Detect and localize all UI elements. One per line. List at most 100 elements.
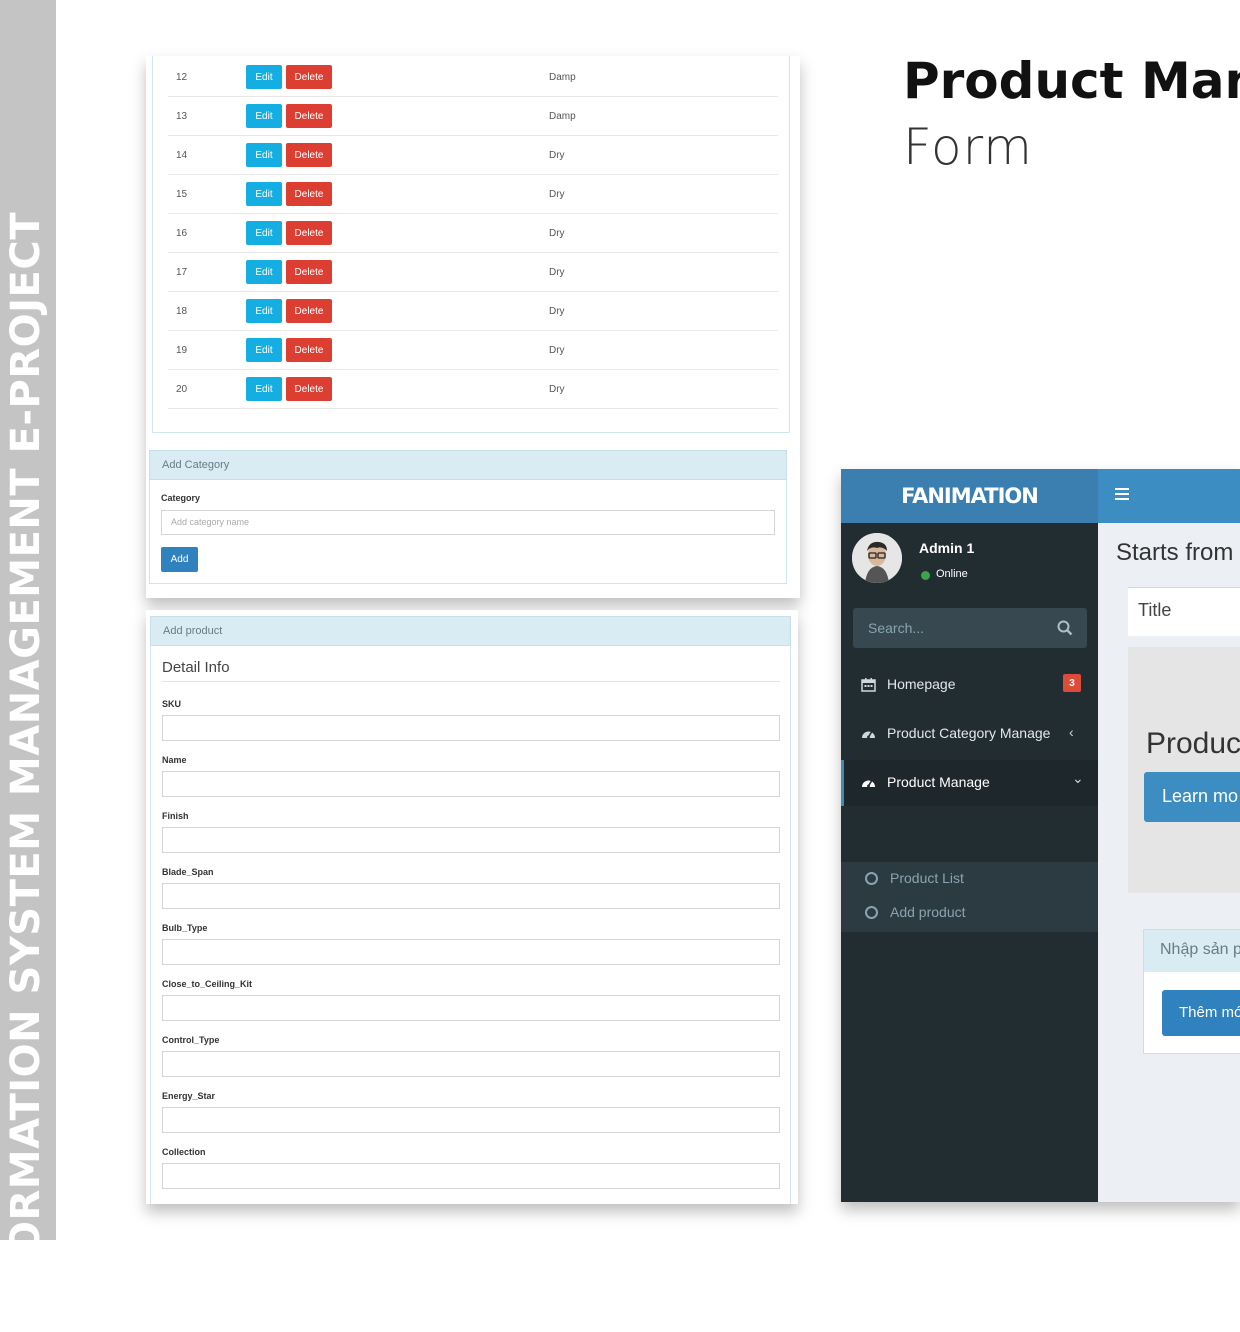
page-subheading: Form	[903, 118, 1033, 176]
edit-button[interactable]: Edit	[246, 221, 282, 245]
energy-star-label: Energy_Star	[162, 1091, 216, 1101]
row-id: 19	[176, 345, 188, 356]
edit-button[interactable]: Edit	[246, 338, 282, 362]
add-new-button[interactable]: Thêm mớ	[1162, 990, 1240, 1036]
sidebar-item-label: Product Manage	[887, 774, 990, 790]
chevron-down-icon: ⌄	[1072, 770, 1084, 786]
category-table: 12 Edit Delete Damp 13 Edit Delete Damp …	[152, 56, 790, 433]
collection-input[interactable]	[162, 1163, 780, 1189]
delete-button[interactable]: Delete	[286, 104, 332, 128]
vn-panel-title: Nhập sản p	[1160, 941, 1240, 958]
bulb-type-input[interactable]	[162, 939, 780, 965]
add-product-header: Add product	[150, 616, 791, 646]
calendar-icon	[861, 678, 876, 692]
row-id: 18	[176, 306, 188, 317]
add-product-title: Add product	[163, 625, 223, 637]
delete-button[interactable]: Delete	[286, 182, 332, 206]
sidebar-item-homepage[interactable]: Homepage 3	[841, 662, 1098, 708]
sku-label: SKU	[162, 699, 182, 709]
collection-label: Collection	[162, 1147, 206, 1157]
blade-span-label: Blade_Span	[162, 867, 214, 877]
delete-button[interactable]: Delete	[286, 221, 332, 245]
learn-more-label: Learn mo	[1162, 786, 1239, 806]
jumbotron-text: Produc	[1146, 727, 1240, 760]
side-title: INFORMATION SYSTEM MANAGEMENT E-PROJECT	[3, 212, 49, 1332]
section-divider	[162, 681, 780, 682]
row-id: 12	[176, 72, 188, 83]
row-id: 17	[176, 267, 188, 278]
category-name-input[interactable]: Add category name	[161, 510, 775, 535]
detail-info-title: Detail Info	[162, 659, 230, 676]
delete-button[interactable]: Delete	[286, 338, 332, 362]
row-type: Dry	[549, 189, 565, 200]
table-row: 14 Edit Delete Dry	[168, 136, 778, 175]
admin-dashboard-screenshot: FANIMATION Admin 1 Online Search... Home…	[841, 469, 1240, 1202]
row-type: Damp	[549, 111, 576, 122]
row-type: Damp	[549, 72, 576, 83]
chevron-left-icon: ‹	[1069, 724, 1074, 740]
row-id: 14	[176, 150, 188, 161]
edit-button[interactable]: Edit	[246, 260, 282, 284]
category-table-screenshot: 12 Edit Delete Damp 13 Edit Delete Damp …	[146, 56, 800, 598]
avatar	[852, 533, 902, 583]
delete-button[interactable]: Delete	[286, 260, 332, 284]
sidebar-item-product-manage[interactable]: Product Manage ⌄	[841, 760, 1098, 806]
title-box: Title	[1128, 587, 1240, 636]
delete-button[interactable]: Delete	[286, 65, 332, 89]
hamburger-icon[interactable]	[1115, 488, 1129, 500]
user-status: Online	[936, 568, 968, 580]
row-id: 15	[176, 189, 188, 200]
control-type-input[interactable]	[162, 1051, 780, 1077]
row-type: Dry	[549, 228, 565, 239]
blade-span-input[interactable]	[162, 883, 780, 909]
top-navbar	[1098, 469, 1240, 523]
edit-button[interactable]: Edit	[246, 299, 282, 323]
submenu-item-product-list[interactable]: Product List	[841, 862, 1098, 896]
row-type: Dry	[549, 384, 565, 395]
online-status-icon	[921, 571, 930, 580]
finish-input[interactable]	[162, 827, 780, 853]
jumbotron: Produc Learn mo	[1128, 647, 1240, 893]
name-label: Name	[162, 755, 187, 765]
row-type: Dry	[549, 150, 565, 161]
edit-button[interactable]: Edit	[246, 182, 282, 206]
row-id: 20	[176, 384, 188, 395]
add-category-button[interactable]: Add	[161, 547, 198, 572]
add-category-header: Add Category	[149, 450, 787, 480]
table-row: 12 Edit Delete Damp	[168, 58, 778, 97]
brand-logo[interactable]: FANIMATION	[841, 469, 1098, 523]
box-title: Title	[1138, 600, 1172, 620]
edit-button[interactable]: Edit	[246, 143, 282, 167]
sidebar-item-label: Product Category Manage	[887, 725, 1051, 741]
name-input[interactable]	[162, 771, 780, 797]
circle-icon	[865, 872, 878, 885]
delete-button[interactable]: Delete	[286, 377, 332, 401]
category-placeholder: Add category name	[171, 517, 250, 527]
edit-button[interactable]: Edit	[246, 377, 282, 401]
sidebar: Admin 1 Online Search... Homepage 3 Prod…	[841, 523, 1098, 1202]
sidebar-item-product-category[interactable]: Product Category Manage ‹	[841, 711, 1098, 757]
user-name: Admin 1	[919, 540, 975, 556]
edit-button[interactable]: Edit	[246, 65, 282, 89]
delete-button[interactable]: Delete	[286, 143, 332, 167]
notification-badge: 3	[1063, 674, 1081, 692]
dashboard-icon	[862, 731, 875, 739]
energy-star-input[interactable]	[162, 1107, 780, 1133]
submenu-item-add-product[interactable]: Add product	[841, 896, 1098, 930]
delete-button[interactable]: Delete	[286, 299, 332, 323]
row-type: Dry	[549, 267, 565, 278]
table-row: 19 Edit Delete Dry	[168, 331, 778, 370]
learn-more-button[interactable]: Learn mo	[1144, 772, 1240, 822]
row-type: Dry	[549, 306, 565, 317]
table-row: 17 Edit Delete Dry	[168, 253, 778, 292]
search-icon[interactable]	[1057, 620, 1073, 636]
vn-panel-header: Nhập sản p	[1144, 930, 1240, 972]
sidebar-search-input[interactable]: Search...	[853, 608, 1087, 648]
add-new-label: Thêm mớ	[1179, 1004, 1240, 1021]
edit-button[interactable]: Edit	[246, 104, 282, 128]
table-row: 18 Edit Delete Dry	[168, 292, 778, 331]
close-to-ceiling-kit-input[interactable]	[162, 995, 780, 1021]
content-title: Starts from	[1116, 539, 1234, 566]
side-strip: INFORMATION SYSTEM MANAGEMENT E-PROJECT	[0, 0, 56, 1332]
sku-input[interactable]	[162, 715, 780, 741]
